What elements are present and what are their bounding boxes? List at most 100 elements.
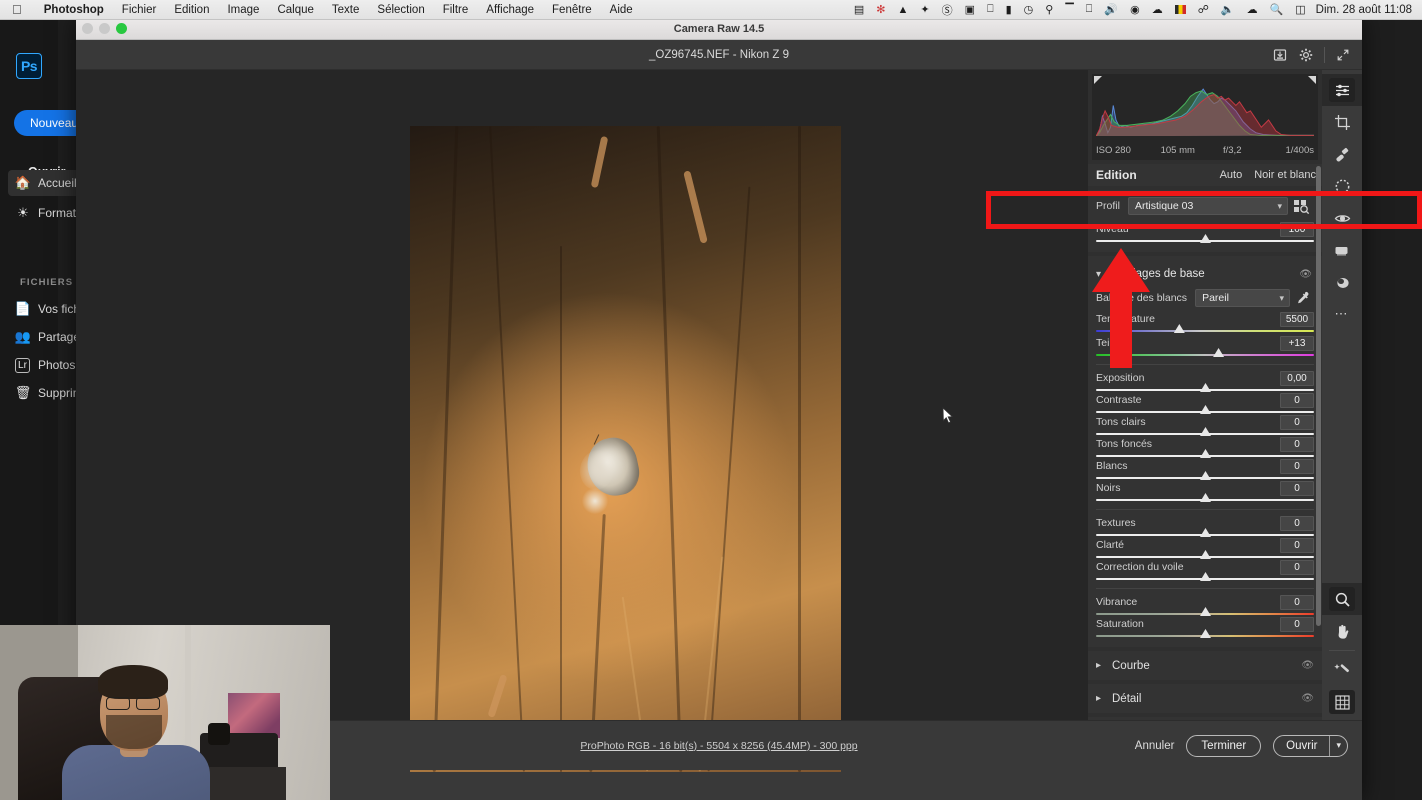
hand-icon[interactable] <box>1322 615 1362 647</box>
slider-value[interactable]: 5500 <box>1280 312 1314 327</box>
rain-icon[interactable]: ☁ <box>1146 3 1169 16</box>
slider-track[interactable] <box>1096 405 1314 414</box>
bluetooth-icon[interactable]: ☍ <box>1192 3 1215 16</box>
slider-knob[interactable] <box>1200 629 1211 638</box>
eye-icon[interactable]: 👁 <box>1299 269 1312 280</box>
slider-knob[interactable] <box>1200 427 1211 436</box>
eye-icon[interactable]: 👁 <box>1301 660 1314 671</box>
slider-knob[interactable] <box>1200 493 1211 502</box>
slider-exposition[interactable]: Exposition 0,00 <box>1096 371 1314 393</box>
slider-value[interactable]: 0 <box>1280 595 1314 610</box>
slider-value[interactable]: 0 <box>1280 560 1314 575</box>
menu-item-texte[interactable]: Texte <box>323 4 369 16</box>
slider-knob[interactable] <box>1213 348 1225 357</box>
crop-icon[interactable] <box>1322 106 1362 138</box>
cancel-button[interactable]: Annuler <box>1135 740 1175 752</box>
spotlight-icon[interactable]: 🔍 <box>1264 3 1290 16</box>
spot-removal-icon[interactable] <box>1322 138 1362 170</box>
scrollbar-thumb[interactable] <box>1316 166 1321 626</box>
slider-knob[interactable] <box>1200 405 1211 414</box>
slider-value[interactable]: +13 <box>1280 336 1314 351</box>
histogram-panel[interactable]: ISO 280 105 mm f/3,2 1/400s <box>1092 74 1318 160</box>
presets-icon[interactable] <box>1322 234 1362 266</box>
edit-sliders-icon[interactable] <box>1322 74 1362 106</box>
slider-textures[interactable]: Textures 0 <box>1096 516 1314 538</box>
slider-contraste[interactable]: Contraste 0 <box>1096 393 1314 415</box>
wifi-icon[interactable]: ☁ <box>1241 3 1264 16</box>
open-button[interactable]: Ouvrir <box>1274 736 1329 756</box>
panel-scrollbar[interactable] <box>1316 166 1321 730</box>
airplay-icon[interactable]: ⎕ <box>1080 3 1099 16</box>
slider-track[interactable] <box>1096 629 1314 638</box>
slider-knob[interactable] <box>1173 324 1185 333</box>
stats-icon[interactable]: ▔ <box>1059 3 1079 16</box>
slider-value[interactable]: 0 <box>1280 415 1314 430</box>
screen-share-icon[interactable]: ⎕ <box>981 3 1000 16</box>
open-button-group[interactable]: Ouvrir ▾ <box>1273 734 1348 757</box>
slider-track[interactable] <box>1096 572 1314 581</box>
zoom-icon[interactable] <box>1322 583 1362 615</box>
fullscreen-icon[interactable] <box>1330 44 1356 66</box>
slider-saturation[interactable]: Saturation 0 <box>1096 617 1314 639</box>
slider-value[interactable]: 0 <box>1280 481 1314 496</box>
control-center-icon[interactable]: ◫ <box>1289 3 1311 16</box>
snapshots-icon[interactable] <box>1322 266 1362 298</box>
workflow-options-link[interactable]: ProPhoto RGB - 16 bit(s) - 5504 x 8256 (… <box>580 740 857 752</box>
battery-icon[interactable]: ▮ <box>1000 3 1018 16</box>
done-button[interactable]: Terminer <box>1186 734 1262 757</box>
time-machine-icon[interactable]: ✻ <box>870 3 891 16</box>
slider-tons-fonces[interactable]: Tons foncés 0 <box>1096 437 1314 459</box>
slider-knob[interactable] <box>1200 383 1211 392</box>
section-courbe[interactable]: ▸ Courbe 👁 <box>1088 651 1322 680</box>
slider-knob[interactable] <box>1200 550 1211 559</box>
eye-icon[interactable]: 👁 <box>1301 693 1314 704</box>
slider-correction-voile[interactable]: Correction du voile 0 <box>1096 560 1314 582</box>
slider-track[interactable] <box>1096 607 1314 616</box>
apple-icon[interactable]:  <box>12 3 22 16</box>
white-balance-select[interactable]: Pareil ▾ <box>1195 289 1290 307</box>
menu-item-aide[interactable]: Aide <box>601 4 642 16</box>
slider-value[interactable]: 0 <box>1280 393 1314 408</box>
slider-value[interactable]: 0 <box>1280 437 1314 452</box>
black-and-white-button[interactable]: Noir et blanc <box>1254 169 1316 181</box>
clock-icon[interactable]: ◷ <box>1018 3 1040 16</box>
chevron-right-icon[interactable]: ▸ <box>1096 660 1112 671</box>
slider-knob[interactable] <box>1200 471 1211 480</box>
slider-noirs[interactable]: Noirs 0 <box>1096 481 1314 503</box>
menu-item-photoshop[interactable]: Photoshop <box>35 4 113 16</box>
slider-value[interactable]: 0 <box>1280 459 1314 474</box>
menu-item-affichage[interactable]: Affichage <box>477 4 543 16</box>
slider-tons-clairs[interactable]: Tons clairs 0 <box>1096 415 1314 437</box>
display-icon[interactable]: ▤ <box>848 3 870 16</box>
slider-clarte[interactable]: Clarté 0 <box>1096 538 1314 560</box>
menu-item-selection[interactable]: Sélection <box>368 4 433 16</box>
eyedropper-icon[interactable] <box>1290 291 1314 306</box>
speaker-icon[interactable]: 🔈 <box>1215 3 1241 16</box>
photo-preview[interactable] <box>410 126 841 772</box>
auto-button[interactable]: Auto <box>1220 169 1243 181</box>
menu-item-edition[interactable]: Edition <box>165 4 218 16</box>
slider-blancs[interactable]: Blancs 0 <box>1096 459 1314 481</box>
slider-track[interactable] <box>1096 550 1314 559</box>
slider-knob[interactable] <box>1200 449 1211 458</box>
dropbox-icon[interactable]: ✦ <box>914 3 935 16</box>
screen-record-icon[interactable]: ▣ <box>959 3 981 16</box>
slider-knob[interactable] <box>1200 572 1211 581</box>
more-options-icon[interactable]: ⋯ <box>1322 298 1362 330</box>
amount-knob[interactable] <box>1200 234 1211 243</box>
grid-icon[interactable] <box>1322 686 1362 718</box>
slider-value[interactable]: 0,00 <box>1280 371 1314 386</box>
menu-item-filtre[interactable]: Filtre <box>434 4 478 16</box>
amount-track[interactable] <box>1096 234 1314 243</box>
slider-track[interactable] <box>1096 528 1314 537</box>
slider-track[interactable] <box>1096 383 1314 392</box>
gear-icon[interactable] <box>1293 44 1319 66</box>
slider-value[interactable]: 0 <box>1280 516 1314 531</box>
vlc-icon[interactable]: ▲ <box>891 4 914 16</box>
menubar-clock[interactable]: Dim. 28 août 11:08 <box>1312 4 1422 16</box>
slider-track[interactable] <box>1096 493 1314 502</box>
menu-item-image[interactable]: Image <box>218 4 268 16</box>
slider-knob[interactable] <box>1200 528 1211 537</box>
record-icon[interactable]: ◉ <box>1124 3 1146 16</box>
search-tool-icon[interactable]: ⚲ <box>1039 3 1059 16</box>
